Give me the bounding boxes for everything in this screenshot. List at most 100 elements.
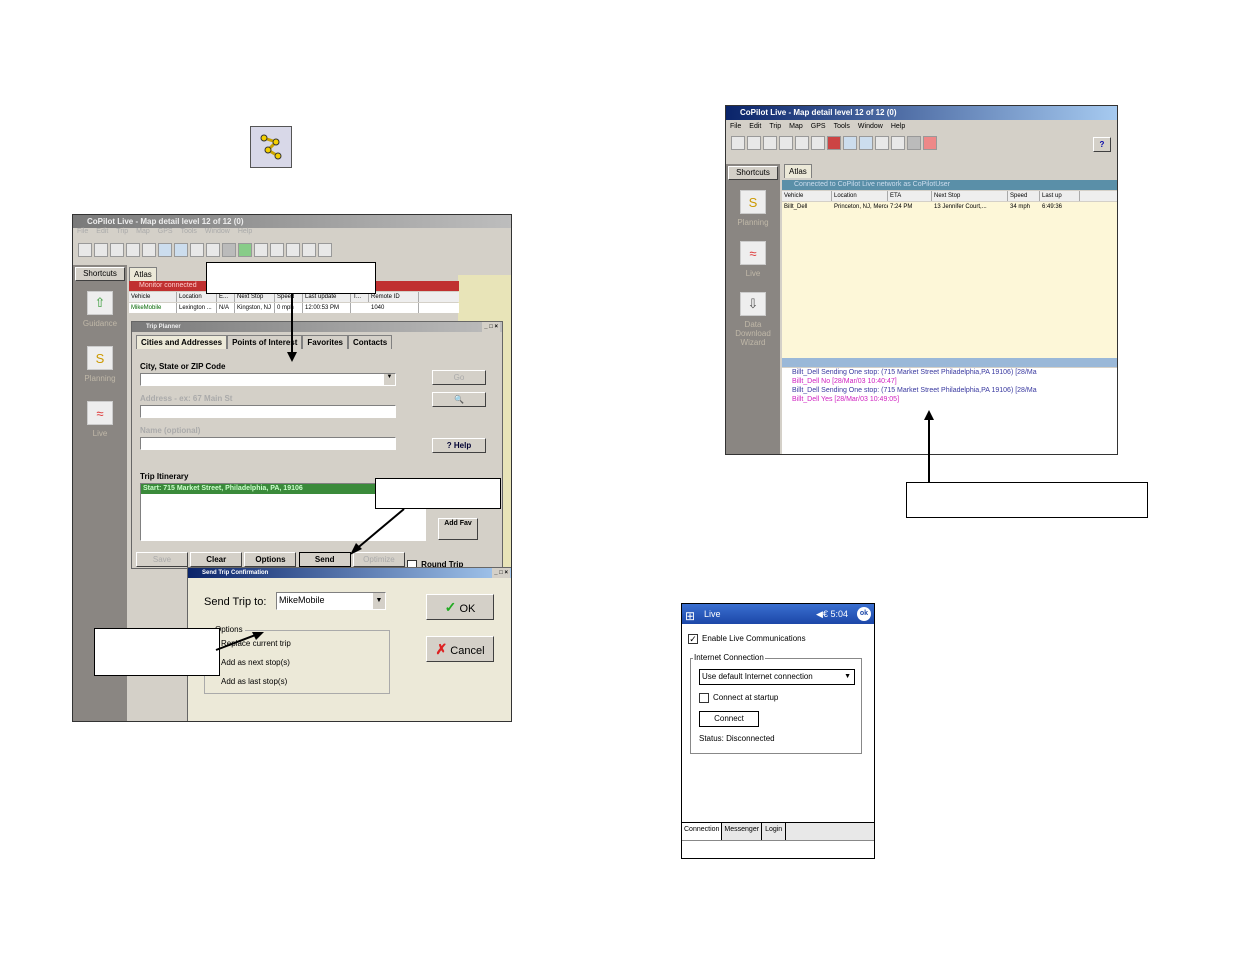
menu-map[interactable]: Map — [136, 228, 150, 235]
menu-help[interactable]: Help — [891, 123, 905, 130]
menu-trip[interactable]: Trip — [116, 228, 128, 235]
vehicle-row[interactable]: MikeMobile Lexington ... N/A Kingston, NJ 0 … — [129, 303, 459, 313]
zoom-out-icon[interactable] — [174, 243, 188, 257]
tab-atlas[interactable]: Atlas — [784, 164, 812, 178]
toolbar-button[interactable] — [779, 136, 793, 150]
menu-gps[interactable]: GPS — [158, 228, 173, 235]
zoom-in-icon[interactable] — [843, 136, 857, 150]
gps-icon[interactable] — [222, 243, 236, 257]
toolbar-button[interactable] — [302, 243, 316, 257]
tab-contacts[interactable]: Contacts — [348, 335, 393, 349]
menu-tools[interactable]: Tools — [834, 123, 850, 130]
vehicle-list[interactable]: Billt_Dell Princeton, NJ, Mercer7:24 PM 13… — [782, 202, 1117, 358]
flag-icon[interactable] — [827, 136, 841, 150]
menu-edit[interactable]: Edit — [96, 228, 108, 235]
checkbox[interactable] — [699, 693, 709, 703]
shortcuts-button[interactable]: Shortcuts — [728, 166, 778, 180]
menu-tools[interactable]: Tools — [181, 228, 197, 235]
zoom-icon[interactable] — [891, 136, 905, 150]
toolbar-button[interactable] — [795, 136, 809, 150]
sidebar-item-live[interactable]: ≈ Live — [73, 401, 127, 438]
menu-map[interactable]: Map — [789, 123, 803, 130]
toolbar-button[interactable] — [126, 243, 140, 257]
ok-button[interactable]: ok — [857, 607, 871, 621]
zoom-out-icon[interactable] — [859, 136, 873, 150]
toolbar-button[interactable] — [763, 136, 777, 150]
toolbar-button[interactable] — [318, 243, 332, 257]
city-input[interactable]: ▼ — [140, 373, 396, 386]
search-button[interactable]: 🔍 — [432, 392, 486, 407]
vehicle-row[interactable]: Billt_Dell Princeton, NJ, Mercer7:24 PM 13… — [782, 202, 1117, 212]
chevron-down-icon[interactable]: ▼ — [844, 670, 851, 684]
tab-login[interactable]: Login — [762, 823, 787, 840]
flag-icon[interactable] — [238, 243, 252, 257]
go-button[interactable]: Go — [432, 370, 486, 385]
horizontal-scrollbar[interactable] — [782, 358, 1117, 367]
toolbar-button[interactable] — [286, 243, 300, 257]
chevron-down-icon[interactable]: ▼ — [384, 374, 395, 385]
shortcuts-button[interactable]: Shortcuts — [75, 267, 125, 281]
windows-icon[interactable]: ⊞ — [685, 606, 695, 626]
save-button[interactable]: Save — [136, 552, 188, 567]
toolbar-button[interactable] — [270, 243, 284, 257]
tab-cities-addresses[interactable]: Cities and Addresses — [136, 335, 228, 349]
menu-bar: File Edit Trip Map GPS Tools Window Help — [73, 228, 511, 240]
menu-window[interactable]: Window — [858, 123, 883, 130]
name-input[interactable] — [140, 437, 396, 450]
help-icon[interactable]: ? — [1093, 137, 1111, 152]
toolbar-button[interactable] — [747, 136, 761, 150]
callout-box-top — [206, 262, 376, 294]
sidebar-item-live[interactable]: ≈ Live — [726, 241, 780, 278]
message-line: Billt_Dell Sending One stop: (715 Market… — [792, 369, 1037, 376]
zoom-in-icon[interactable] — [158, 243, 172, 257]
enable-live-row[interactable]: ✓ Enable Live Communications — [688, 634, 806, 644]
help-button[interactable]: ? Help — [432, 438, 486, 453]
add-fav-button[interactable]: Add Fav — [438, 518, 478, 540]
clear-button[interactable]: Clear — [190, 552, 243, 567]
toolbar-button[interactable] — [142, 243, 156, 257]
option-last[interactable]: Add as last stop(s) — [221, 677, 287, 686]
toolbar-button[interactable] — [731, 136, 745, 150]
status-area[interactable]: ◀€ 5:04 — [816, 604, 848, 624]
options-button[interactable]: Options — [244, 552, 297, 567]
gps-icon[interactable] — [907, 136, 921, 150]
tab-messenger[interactable]: Messenger — [722, 823, 763, 840]
menu-trip[interactable]: Trip — [769, 123, 781, 130]
sidebar-item-planning[interactable]: S Planning — [73, 346, 127, 383]
close-icon[interactable]: _ □ × — [492, 568, 510, 578]
menu-edit[interactable]: Edit — [749, 123, 761, 130]
connect-button[interactable]: Connect — [699, 711, 759, 727]
tab-connection[interactable]: Connection — [682, 823, 723, 840]
ok-button[interactable]: ✓ OK — [426, 594, 494, 620]
menu-gps[interactable]: GPS — [811, 123, 826, 130]
connect-startup-row[interactable]: Connect at startup — [699, 693, 778, 703]
zoom-icon[interactable] — [206, 243, 220, 257]
marker-icon[interactable] — [923, 136, 937, 150]
connection-dropdown[interactable]: Use default Internet connection ▼ — [699, 669, 855, 685]
tab-atlas[interactable]: Atlas — [129, 267, 157, 281]
menu-window[interactable]: Window — [205, 228, 230, 235]
message-log[interactable]: Billt_Dell Sending One stop: (715 Market… — [782, 368, 1117, 454]
pocket-pc-screen: ⊞ Live ◀€ 5:04 ok ✓ Enable Live Communica… — [681, 603, 875, 859]
cancel-button[interactable]: ✗ Cancel — [426, 636, 494, 662]
sidebar-item-planning[interactable]: S Planning — [726, 190, 780, 227]
option-next[interactable]: Add as next stop(s) — [221, 658, 290, 667]
menu-file[interactable]: File — [77, 228, 88, 235]
tab-favorites[interactable]: Favorites — [302, 335, 348, 349]
toolbar-button[interactable] — [78, 243, 92, 257]
zoom-icon[interactable] — [875, 136, 889, 150]
toolbar-button[interactable] — [110, 243, 124, 257]
print-icon[interactable] — [811, 136, 825, 150]
zoom-icon[interactable] — [190, 243, 204, 257]
address-input[interactable] — [140, 405, 396, 418]
menu-help[interactable]: Help — [238, 228, 252, 235]
close-icon[interactable]: _ □ × — [482, 322, 500, 332]
send-to-select[interactable]: MikeMobile ▼ — [276, 592, 386, 610]
menu-file[interactable]: File — [730, 123, 741, 130]
toolbar-button[interactable] — [254, 243, 268, 257]
chevron-down-icon[interactable]: ▼ — [373, 593, 385, 609]
checkbox-checked[interactable]: ✓ — [688, 634, 698, 644]
sidebar-item-data-download[interactable]: ⇩ Data Download Wizard — [726, 292, 780, 347]
toolbar-button[interactable] — [94, 243, 108, 257]
sidebar-item-guidance[interactable]: ⇧ Guidance — [73, 291, 127, 328]
